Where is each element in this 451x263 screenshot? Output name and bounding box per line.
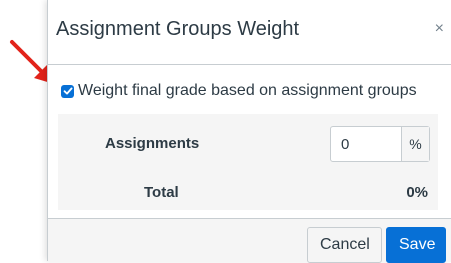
- total-value: 0%: [406, 184, 428, 201]
- percent-addon: %: [401, 127, 429, 161]
- close-icon[interactable]: ×: [435, 20, 444, 38]
- assignment-groups-weight-dialog: Assignment Groups Weight × Weight final …: [47, 0, 451, 263]
- checkmark-icon: [63, 87, 73, 95]
- save-button[interactable]: Save: [386, 227, 446, 263]
- group-weights-panel: Assignments % Total 0%: [58, 114, 438, 210]
- dialog-header: Assignment Groups Weight ×: [48, 0, 451, 65]
- assignments-weight-input[interactable]: [331, 127, 401, 161]
- total-label: Total: [144, 184, 179, 201]
- cancel-button[interactable]: Cancel: [307, 227, 382, 263]
- weight-final-grade-label[interactable]: Weight final grade based on assignment g…: [78, 82, 417, 100]
- dialog-footer: Cancel Save: [48, 218, 451, 263]
- weight-final-grade-checkbox[interactable]: [61, 84, 74, 98]
- weight-final-grade-option[interactable]: Weight final grade based on assignment g…: [61, 80, 417, 102]
- group-name-assignments: Assignments: [105, 135, 200, 152]
- dialog-title: Assignment Groups Weight: [56, 18, 300, 40]
- assignments-weight-field[interactable]: %: [330, 126, 430, 162]
